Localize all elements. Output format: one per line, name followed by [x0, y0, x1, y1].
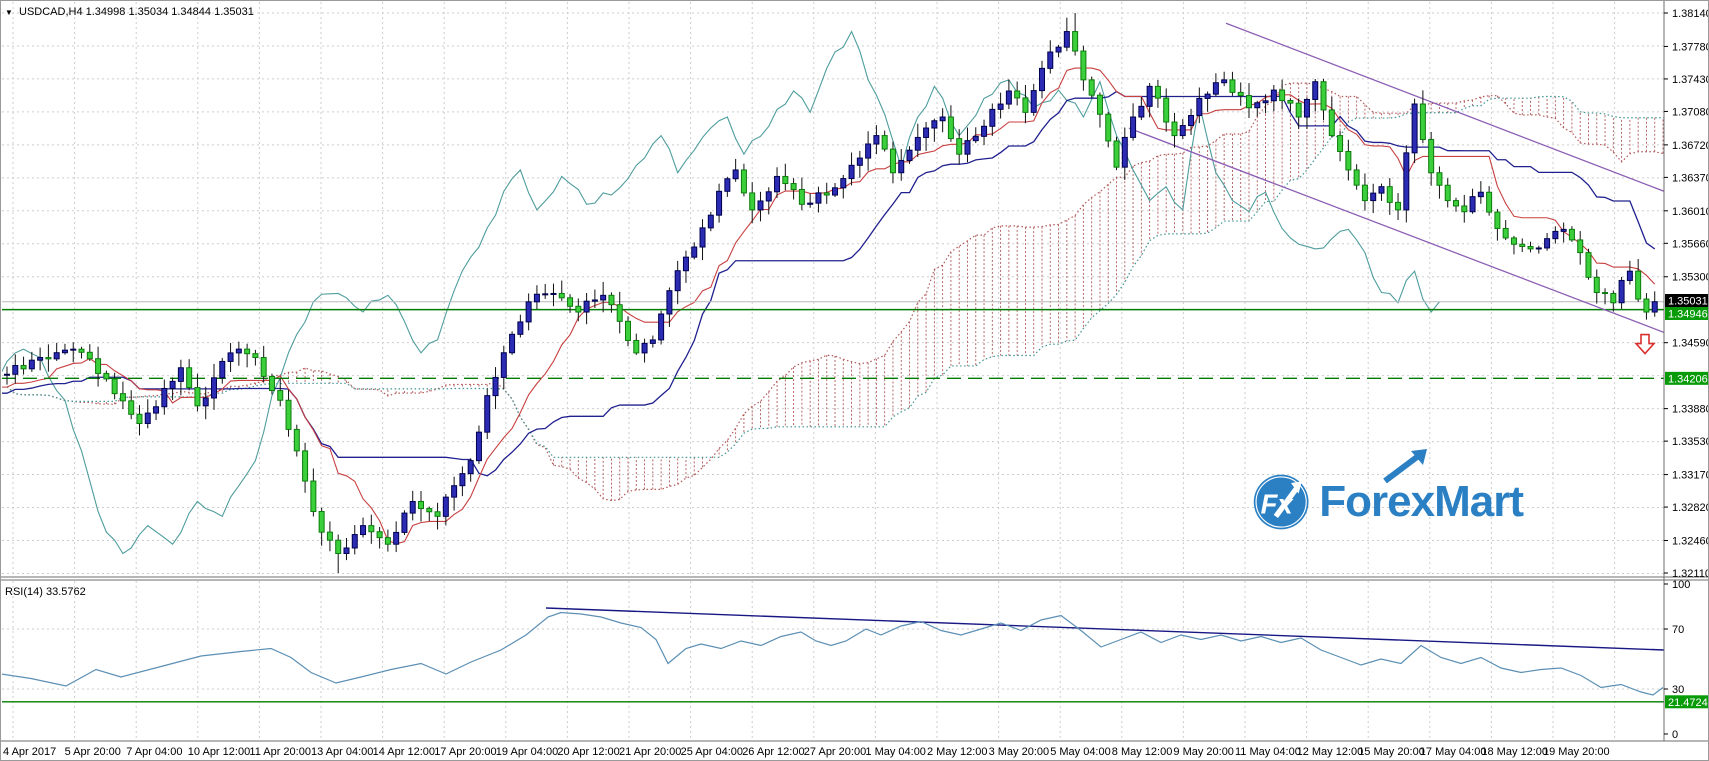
symbol-dropdown-icon[interactable]: ▼ [5, 8, 13, 17]
price-tick-label: 1.36720 [1672, 140, 1709, 152]
candlesticks [4, 13, 1658, 573]
sell-signal-arrow-icon [1634, 333, 1656, 355]
rsi-value-badge-text: 21.4724 [1668, 697, 1708, 709]
time-tick-label: 20 Apr 12:00 [557, 746, 619, 758]
time-tick-label: 3 May 20:00 [989, 746, 1050, 758]
price-tick-label: 1.37780 [1672, 41, 1709, 53]
time-tick-label: 8 May 12:00 [1112, 746, 1173, 758]
time-tick-label: 1 May 04:00 [865, 746, 926, 758]
time-tick-label: 9 May 20:00 [1173, 746, 1234, 758]
time-tick-label: 2 May 12:00 [927, 746, 988, 758]
price-tick-label: 1.33170 [1672, 470, 1709, 482]
trendline-1[interactable] [1225, 22, 1669, 193]
rsi-line [2, 611, 1664, 696]
hline-badge-text: 1.34206 [1668, 373, 1708, 385]
price-tick-label: 1.33530 [1672, 436, 1709, 448]
tenkan-sen-line [2, 67, 1656, 545]
price-tick-label: 1.35300 [1672, 272, 1709, 284]
time-tick-label: 25 Apr 04:00 [681, 746, 743, 758]
rsi-indicator-label: RSI(14) 33.5762 [5, 586, 86, 598]
time-tick-label: 5 May 04:00 [1050, 746, 1111, 758]
time-tick-label: 4 Apr 2017 [3, 746, 56, 758]
price-tick-label: 1.37080 [1672, 106, 1709, 118]
time-axis[interactable]: 4 Apr 2017 5 Apr 20:00 7 Apr 04:00 10 Apr 1… [3, 746, 1610, 758]
time-tick-label: 17 May 04:00 [1420, 746, 1487, 758]
mt4-chart-window: 1.38140 1.37780 1.37430 1.37080 1.36720 1.363… [0, 0, 1709, 761]
time-tick-label: 11 May 04:00 [1235, 746, 1301, 758]
rsi-plot[interactable] [1, 581, 1664, 741]
time-tick-label: 26 Apr 12:00 [742, 746, 804, 758]
time-tick-label: 14 Apr 12:00 [373, 746, 435, 758]
trendline-2[interactable] [1128, 127, 1669, 334]
rsi-tick-label: 70 [1672, 624, 1684, 636]
time-tick-label: 11 Apr 20:00 [249, 746, 311, 758]
time-tick-label: 13 Apr 04:00 [311, 746, 373, 758]
price-tick-label: 1.37430 [1672, 74, 1709, 86]
current-price-badge-text: 1.35031 [1668, 296, 1708, 308]
time-tick-label: 19 Apr 04:00 [496, 746, 558, 758]
time-tick-label: 12 May 12:00 [1297, 746, 1364, 758]
chart-canvas[interactable]: 1.38140 1.37780 1.37430 1.37080 1.36720 1.363… [1, 1, 1709, 761]
chart-title: USDCAD,H4 1.34998 1.35034 1.34844 1.3503… [19, 6, 254, 18]
time-tick-label: 18 May 12:00 [1481, 746, 1548, 758]
time-tick-label: 7 Apr 04:00 [126, 746, 182, 758]
price-tick-label: 1.32820 [1672, 502, 1709, 514]
rsi-tick-label: 30 [1672, 684, 1684, 696]
price-tick-label: 1.34590 [1672, 338, 1709, 350]
time-tick-label: 27 Apr 20:00 [804, 746, 866, 758]
rsi-tick-label: 0 [1672, 729, 1678, 741]
time-tick-label: 19 May 20:00 [1543, 746, 1610, 758]
time-tick-label: 17 Apr 20:00 [434, 746, 496, 758]
hline-badge-text: 1.34946 [1668, 309, 1708, 321]
time-tick-label: 15 May 20:00 [1358, 746, 1425, 758]
time-tick-label: 21 Apr 20:00 [619, 746, 681, 758]
time-tick-label: 10 Apr 12:00 [188, 746, 250, 758]
price-tick-label: 1.38140 [1672, 8, 1709, 20]
price-tick-label: 1.33880 [1672, 404, 1709, 416]
time-tick-label: 5 Apr 20:00 [65, 746, 121, 758]
price-tick-label: 1.36370 [1672, 172, 1709, 184]
price-tick-label: 1.35660 [1672, 238, 1709, 250]
price-tick-label: 1.32460 [1672, 535, 1709, 547]
rsi-tick-label: 100 [1672, 579, 1690, 591]
main-chart-plot[interactable] [1, 2, 1680, 576]
price-tick-label: 1.36010 [1672, 206, 1709, 218]
